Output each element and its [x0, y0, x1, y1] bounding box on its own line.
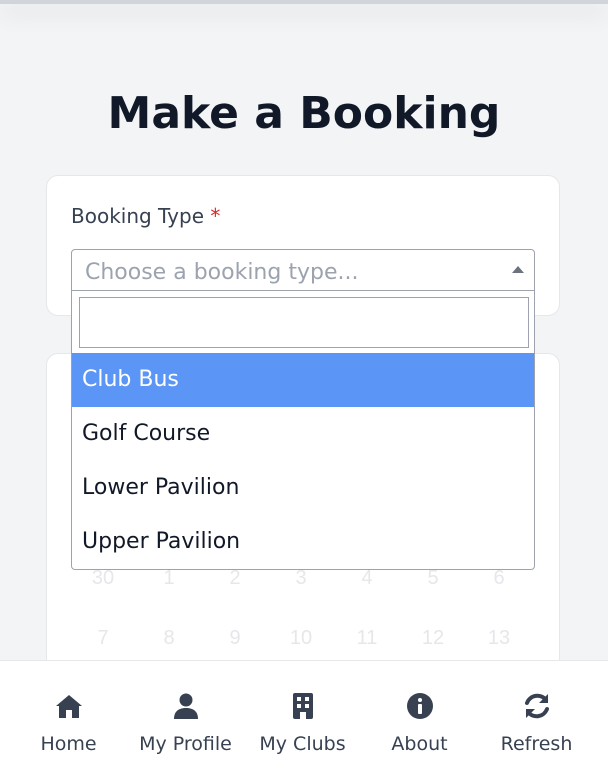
calendar-grid: 30 1 2 3 4 5 6 7 8 9 10 11 12 13 — [70, 555, 534, 665]
option-upper-pavilion[interactable]: Upper Pavilion — [72, 515, 534, 569]
calendar-day[interactable]: 2 — [202, 567, 268, 590]
calendar-day[interactable]: 10 — [268, 627, 334, 650]
calendar-week: 30 1 2 3 4 5 6 — [70, 567, 534, 597]
select-placeholder: Choose a booking type... — [85, 260, 359, 285]
bottom-nav: Home My Profile My Clubs About Refresh — [0, 660, 608, 762]
option-golf-course[interactable]: Golf Course — [72, 407, 534, 461]
nav-about-label: About — [391, 733, 448, 755]
nav-my-clubs-label: My Clubs — [259, 733, 346, 755]
calendar-day[interactable]: 8 — [136, 627, 202, 650]
calendar-day[interactable]: 3 — [268, 567, 334, 590]
booking-type-dropdown: Club Bus Golf Course Lower Pavilion Uppe… — [71, 290, 535, 570]
option-club-bus[interactable]: Club Bus — [72, 353, 534, 407]
header-shadow — [0, 0, 608, 4]
nav-home[interactable]: Home — [10, 661, 127, 762]
calendar-day[interactable]: 30 — [70, 567, 136, 590]
building-icon — [293, 693, 313, 719]
user-icon — [174, 693, 198, 719]
dropdown-search-input[interactable] — [79, 297, 529, 348]
calendar-day[interactable]: 11 — [334, 627, 400, 650]
nav-refresh-label: Refresh — [500, 733, 573, 755]
dropdown-options: Club Bus Golf Course Lower Pavilion Uppe… — [72, 353, 534, 569]
calendar-day[interactable]: 9 — [202, 627, 268, 650]
required-marker: * — [210, 204, 221, 228]
calendar-day[interactable]: 5 — [400, 567, 466, 590]
calendar-week: 7 8 9 10 11 12 13 — [70, 627, 534, 657]
booking-type-label: Booking Type * — [71, 204, 220, 228]
home-icon — [56, 695, 82, 718]
booking-type-select[interactable]: Choose a booking type... — [71, 249, 535, 291]
refresh-icon — [525, 693, 549, 719]
info-icon — [407, 693, 433, 719]
nav-my-profile[interactable]: My Profile — [127, 661, 244, 762]
calendar-day[interactable]: 1 — [136, 567, 202, 590]
nav-refresh[interactable]: Refresh — [478, 661, 595, 762]
nav-my-clubs[interactable]: My Clubs — [244, 661, 361, 762]
calendar-day[interactable]: 7 — [70, 627, 136, 650]
nav-about[interactable]: About — [361, 661, 478, 762]
page-title: Make a Booking — [107, 88, 501, 139]
calendar-day[interactable]: 6 — [466, 567, 532, 590]
caret-up-icon[interactable] — [512, 266, 524, 273]
calendar-day[interactable]: 13 — [466, 627, 532, 650]
option-lower-pavilion[interactable]: Lower Pavilion — [72, 461, 534, 515]
booking-type-label-text: Booking Type — [71, 204, 204, 228]
calendar-day[interactable]: 4 — [334, 567, 400, 590]
calendar-day[interactable]: 12 — [400, 627, 466, 650]
nav-home-label: Home — [40, 733, 97, 755]
nav-my-profile-label: My Profile — [139, 733, 232, 755]
